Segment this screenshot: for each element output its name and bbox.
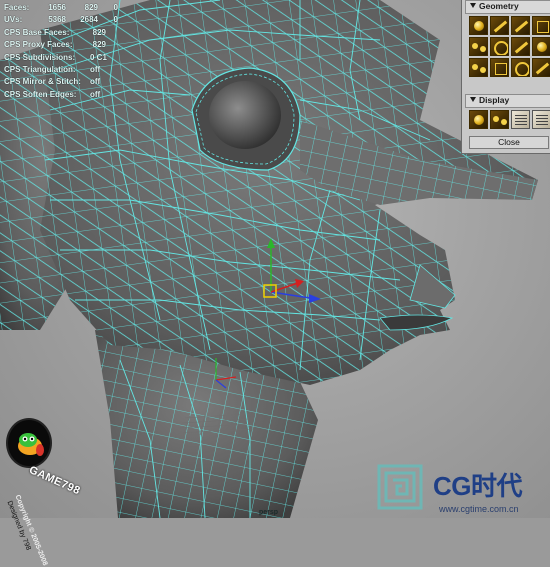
close-button[interactable]: Close [469, 136, 549, 149]
hud-row-cps-base: CPS Base Faces: 829 [4, 27, 124, 39]
hud-value: 829 [92, 40, 106, 50]
cgtime-logo-icon [377, 464, 423, 510]
geometry-tool-grid [469, 16, 550, 77]
game798-logo-icon [6, 418, 52, 468]
hud-row-cps-proxy: CPS Proxy Faces: 829 [4, 39, 124, 51]
camera-label: persp [259, 509, 279, 516]
display-section-header[interactable]: Display [465, 94, 550, 108]
display-layers-icon[interactable] [532, 110, 550, 129]
hud-value: 0 C1 [90, 52, 107, 62]
hud-value: 5368 [48, 15, 66, 25]
polygon-tools-window: Geometry Display Close [461, 0, 550, 154]
tool-smooth-icon[interactable] [532, 37, 550, 56]
hud-value: 0 [113, 15, 118, 25]
hud-row-uvs: UVs: 5368 2684 0 [4, 14, 124, 26]
display-tool-grid [469, 110, 550, 129]
hud-value: 1656 [48, 3, 66, 12]
geometry-section-label: Geometry [479, 1, 519, 11]
display-shaded-icon[interactable] [469, 110, 488, 129]
tool-sphere-icon[interactable] [469, 16, 488, 35]
hud-row-cps-triangulation: CPS Triangulation: off [4, 64, 124, 76]
hud-label: CPS Soften Edges: [4, 89, 77, 99]
hud-value: 2684 [80, 15, 98, 25]
hud-row-cps-subdivisions: CPS Subdivisions: 0 C1 [4, 52, 124, 64]
hud-value: 0 [113, 3, 118, 12]
cgtime-name: CG时代 [433, 471, 523, 501]
hud-row-cps-soften: CPS Soften Edges: off [4, 89, 124, 101]
display-list-icon[interactable] [511, 110, 530, 129]
game798-watermark: GAME798 Copyright © 2005-2008 Designed b… [0, 416, 83, 567]
collapse-triangle-icon [470, 97, 476, 102]
hud-label: UVs: [4, 15, 23, 25]
cgtime-watermark: CG时代 www.cgtime.com.cn [375, 458, 550, 518]
tool-face-icon[interactable] [532, 16, 550, 35]
hud-value: 829 [84, 3, 98, 12]
collapse-triangle-icon [470, 3, 476, 8]
tool-append-icon[interactable] [490, 58, 509, 77]
cgtime-url: www.cgtime.com.cn [439, 504, 519, 514]
hud-row-cps-mirror: CPS Mirror & Stitch: off [4, 76, 124, 88]
tool-bevel-icon[interactable] [490, 16, 509, 35]
tool-extrude-icon[interactable] [469, 37, 488, 56]
tool-merge-icon[interactable] [490, 37, 509, 56]
tool-split-icon[interactable] [511, 37, 530, 56]
tool-wedge-icon[interactable] [532, 58, 550, 77]
hud-label: Faces: [4, 3, 30, 12]
display-wireframe-icon[interactable] [490, 110, 509, 129]
hud-label: CPS Proxy Faces: [4, 40, 73, 50]
hud-value: off [90, 77, 101, 87]
hud-label: CPS Triangulation: [4, 64, 76, 74]
tool-cut-icon[interactable] [511, 16, 530, 35]
geometry-section-header[interactable]: Geometry [465, 0, 550, 14]
hud-label: CPS Base Faces: [4, 27, 70, 37]
tool-chamfer-icon[interactable] [511, 58, 530, 77]
game798-title: GAME798 [27, 464, 83, 498]
hud-label: CPS Mirror & Stitch: [4, 77, 81, 87]
hud-value: off [90, 89, 101, 99]
display-section-label: Display [479, 95, 510, 105]
hud-label: CPS Subdivisions: [4, 52, 76, 62]
poly-count-hud: Faces: 1656 829 0 UVs: 5368 2684 0 CPS B… [4, 2, 124, 101]
tool-duplicate-icon[interactable] [469, 58, 488, 77]
hud-value: off [90, 64, 101, 74]
hud-row-faces: Faces: 1656 829 0 [4, 2, 124, 14]
hud-value: 829 [92, 27, 106, 37]
